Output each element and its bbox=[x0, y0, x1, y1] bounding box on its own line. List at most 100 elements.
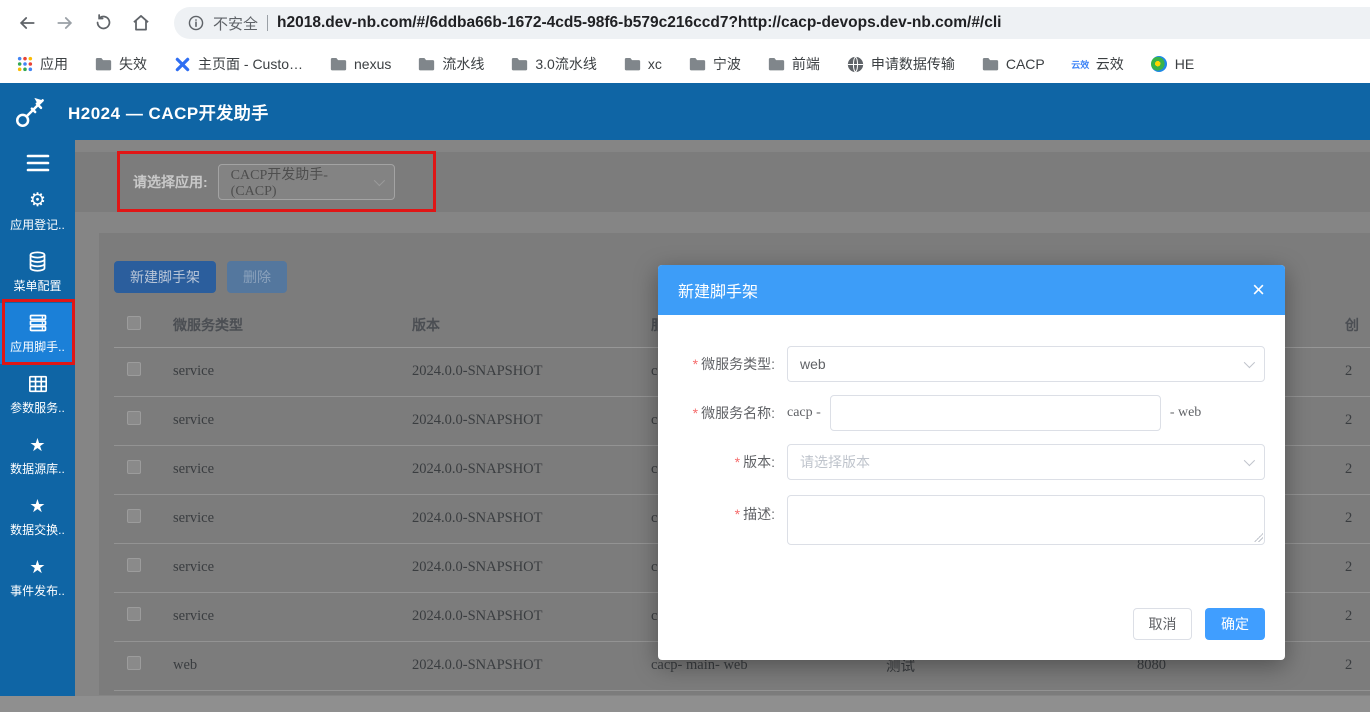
browser-nav: 不安全 h2018.dev-nb.com/#/6ddba66b-1672-4cd… bbox=[0, 0, 1370, 45]
bookmark-cacp[interactable]: CACP bbox=[982, 56, 1045, 73]
type-select[interactable]: web bbox=[787, 346, 1265, 382]
cell-version: 2024.0.0-SNAPSHOT bbox=[412, 494, 651, 544]
cell-version: 2024.0.0-SNAPSHOT bbox=[412, 396, 651, 446]
sidebar-item-app-registry[interactable]: ⚙ 应用登记.. bbox=[0, 181, 75, 242]
bookmark-frontend[interactable]: 前端 bbox=[768, 54, 820, 74]
sidebar-item-menu-config[interactable]: 菜单配置 bbox=[0, 242, 75, 303]
bookmark-pipeline[interactable]: 流水线 bbox=[418, 54, 484, 74]
create-scaffold-button[interactable]: 新建脚手架 bbox=[114, 261, 216, 293]
cell-version: 2024.0.0-SNAPSHOT bbox=[412, 543, 651, 593]
cell-created: 2 bbox=[1345, 347, 1370, 397]
select-all-checkbox[interactable] bbox=[127, 316, 141, 331]
cell-created: 2 bbox=[1345, 494, 1370, 544]
folder-icon bbox=[95, 56, 112, 73]
browser-chrome: 不安全 h2018.dev-nb.com/#/6ddba66b-1672-4cd… bbox=[0, 0, 1370, 83]
bookmark-ningbo[interactable]: 宁波 bbox=[689, 54, 741, 74]
yunxiao-icon: 云效 bbox=[1071, 59, 1090, 70]
app-select-label: 请选择应用: bbox=[133, 174, 208, 190]
row-checkbox[interactable] bbox=[127, 509, 141, 523]
cell-version: 2024.0.0-SNAPSHOT bbox=[412, 592, 651, 642]
sidebar-item-param-service[interactable]: 参数服务.. bbox=[0, 364, 75, 425]
field-label-version: * 版本: bbox=[734, 454, 775, 470]
row-checkbox[interactable] bbox=[127, 558, 141, 572]
folder-icon bbox=[418, 56, 435, 73]
folder-icon bbox=[511, 56, 528, 73]
cell-created: 2 bbox=[1345, 641, 1370, 691]
folder-icon bbox=[768, 56, 785, 73]
new-scaffold-dialog: 新建脚手架 × * 微服务类型: web * 微服务名称: cacp - - web… bbox=[658, 265, 1285, 660]
app-header: H2024 — CACP开发助手 bbox=[0, 83, 1370, 140]
globe-icon bbox=[847, 55, 864, 73]
sidebar-item-event-publish[interactable]: ★ 事件发布.. bbox=[0, 547, 75, 608]
row-checkbox[interactable] bbox=[127, 656, 141, 670]
cancel-button[interactable]: 取消 bbox=[1133, 608, 1192, 640]
field-label-desc: * 描述: bbox=[734, 506, 775, 522]
field-label-name: * 微服务名称: bbox=[692, 405, 775, 421]
x-logo-icon bbox=[174, 56, 191, 73]
bookmark-nexus[interactable]: nexus bbox=[330, 56, 391, 73]
home-icon[interactable] bbox=[122, 6, 160, 40]
hamburger-menu-icon[interactable] bbox=[0, 145, 75, 181]
bookmark-xc[interactable]: xc bbox=[624, 56, 662, 73]
column-header-type: 微服务类型 bbox=[173, 303, 412, 348]
resize-handle-icon[interactable] bbox=[1254, 533, 1263, 542]
screen: 不安全 h2018.dev-nb.com/#/6ddba66b-1672-4cd… bbox=[0, 0, 1370, 712]
sidebar: ⚙ 应用登记.. 菜单配置 应用脚手.. 参数服务.. ★ 数据源库.. ★ 数… bbox=[0, 140, 75, 696]
cell-version: 2024.0.0-SNAPSHOT bbox=[412, 445, 651, 495]
name-prefix: cacp - bbox=[787, 405, 821, 420]
dialog-header: 新建脚手架 × bbox=[658, 265, 1285, 315]
description-textarea[interactable] bbox=[787, 495, 1265, 545]
bookmark-apps[interactable]: 应用 bbox=[16, 54, 68, 74]
delete-button[interactable]: 删除 bbox=[227, 261, 287, 293]
column-header-version: 版本 bbox=[412, 303, 651, 348]
page-title: H2024 — CACP开发助手 bbox=[68, 104, 269, 123]
close-icon[interactable]: × bbox=[1252, 279, 1265, 301]
confirm-button[interactable]: 确定 bbox=[1205, 608, 1265, 640]
server-icon bbox=[28, 313, 48, 333]
bookmark-homepage[interactable]: 主页面 - Custo… bbox=[174, 54, 303, 74]
cell-created: 2 bbox=[1345, 592, 1370, 642]
bookmark-data-transfer[interactable]: 申请数据传输 bbox=[847, 54, 955, 74]
bookmark-he[interactable]: HE bbox=[1151, 56, 1194, 73]
version-select[interactable]: 请选择版本 bbox=[787, 444, 1265, 480]
star-icon: ★ bbox=[29, 434, 46, 455]
cell-type: service bbox=[173, 494, 412, 544]
url-bar[interactable]: 不安全 h2018.dev-nb.com/#/6ddba66b-1672-4cd… bbox=[174, 7, 1370, 39]
url-separator bbox=[267, 15, 269, 31]
sidebar-item-data-source[interactable]: ★ 数据源库.. bbox=[0, 425, 75, 486]
cell-created: 2 bbox=[1345, 396, 1370, 446]
star-icon: ★ bbox=[29, 495, 46, 516]
cell-version: 2024.0.0-SNAPSHOT bbox=[412, 347, 651, 397]
app-select-dropdown[interactable]: CACP开发助手-(CACP) bbox=[217, 164, 395, 200]
bookmark-pipeline30[interactable]: 3.0流水线 bbox=[511, 54, 597, 74]
forward-icon[interactable] bbox=[46, 6, 84, 40]
cell-type: service bbox=[173, 445, 412, 495]
row-checkbox[interactable] bbox=[127, 411, 141, 425]
folder-icon bbox=[330, 56, 347, 73]
row-checkbox[interactable] bbox=[127, 607, 141, 621]
cell-type: service bbox=[173, 543, 412, 593]
dialog-title: 新建脚手架 bbox=[678, 284, 759, 301]
bookmark-yunxiao[interactable]: 云效 云效 bbox=[1071, 54, 1124, 74]
info-icon[interactable] bbox=[188, 15, 204, 31]
url-text: h2018.dev-nb.com/#/6ddba66b-1672-4cd5-98… bbox=[277, 14, 1002, 31]
cell-type: web bbox=[173, 641, 412, 691]
back-icon[interactable] bbox=[8, 6, 46, 40]
bookmark-shixiao[interactable]: 失效 bbox=[95, 54, 147, 74]
name-input[interactable] bbox=[829, 395, 1161, 431]
row-checkbox[interactable] bbox=[127, 460, 141, 474]
reload-icon[interactable] bbox=[84, 6, 122, 40]
sidebar-item-data-exchange[interactable]: ★ 数据交换.. bbox=[0, 486, 75, 547]
apps-grid-icon bbox=[16, 56, 33, 73]
dialog-footer: 取消 确定 bbox=[1133, 608, 1265, 640]
row-checkbox[interactable] bbox=[127, 362, 141, 376]
field-label-type: * 微服务类型: bbox=[692, 356, 775, 372]
sidebar-item-app-scaffold[interactable]: 应用脚手.. bbox=[0, 303, 75, 364]
folder-icon bbox=[982, 56, 999, 73]
name-suffix: - web bbox=[1169, 405, 1202, 420]
folder-icon bbox=[624, 56, 641, 73]
gear-icon: ⚙ bbox=[28, 190, 47, 211]
app-logo-icon bbox=[8, 89, 54, 135]
column-header-created: 创 bbox=[1345, 303, 1370, 348]
chevron-down-icon bbox=[1243, 356, 1256, 369]
